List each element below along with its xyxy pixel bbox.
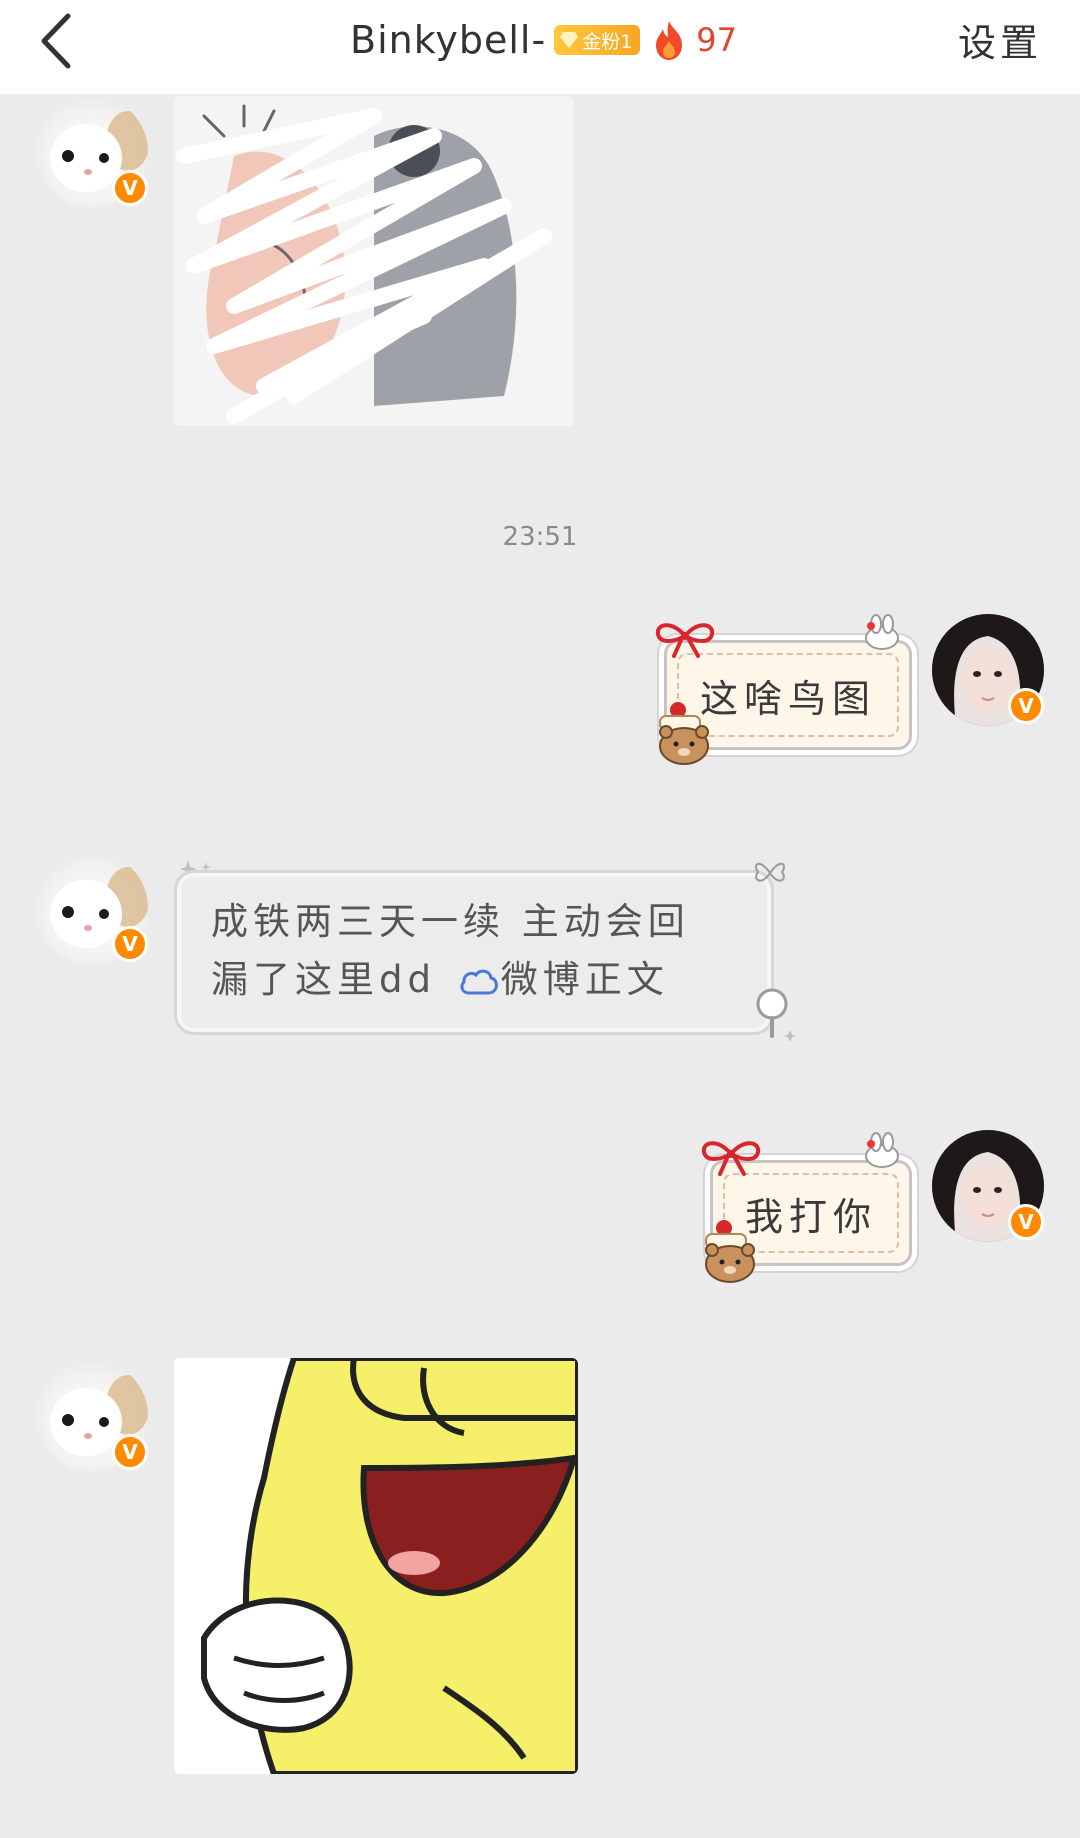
message-timestamp: 23:51: [502, 522, 578, 552]
message-text-line-1: 成铁两三天一续 主动会回: [211, 900, 690, 943]
scribbled-penguin-sticker[interactable]: [174, 96, 574, 426]
ribbon-bow-icon: [701, 1141, 761, 1176]
bear-cake-icon: [659, 702, 709, 765]
my-avatar[interactable]: V: [932, 1130, 1044, 1242]
gem-icon: [560, 32, 579, 48]
back-button[interactable]: [30, 8, 90, 74]
bear-cake-icon: [705, 1220, 755, 1283]
verified-badge: V: [112, 1434, 148, 1470]
flame-icon: [656, 21, 683, 60]
chat-title: Binkybell-: [350, 18, 547, 62]
fan-badge: 金粉1: [554, 25, 641, 55]
fan-badge-label: 金粉1: [582, 30, 633, 53]
my-avatar[interactable]: V: [932, 614, 1044, 726]
heat-count: 97: [696, 21, 737, 59]
chat-title-group[interactable]: Binkybell- 金粉1 97: [350, 0, 737, 80]
ribbon-bow-icon: [655, 623, 715, 658]
verified-badge: V: [1008, 1204, 1044, 1240]
top-bar: Binkybell- 金粉1 97 设置: [0, 0, 1080, 94]
butterfly-icon: [754, 862, 786, 882]
sender-avatar[interactable]: V: [36, 1360, 148, 1472]
settings-button[interactable]: 设置: [958, 12, 1042, 67]
sender-avatar[interactable]: V: [36, 96, 148, 208]
message-text-line-2-prefix: 漏了这里dd: [211, 958, 436, 1001]
mirror-charm-icon: [756, 988, 797, 1042]
bunny-icon: [865, 614, 899, 650]
weibo-post-link-text: 微博正文: [500, 958, 669, 1001]
verified-badge: V: [112, 170, 148, 206]
incoming-message-bubble[interactable]: 成铁两三天一续 主动会回 漏了这里dd 微博正文: [174, 870, 774, 1035]
weibo-post-link[interactable]: 微博正文: [453, 958, 669, 1001]
chevron-left-icon: [41, 13, 71, 69]
verified-badge: V: [112, 926, 148, 962]
chat-screen: Binkybell- 金粉1 97 设置 V 23:51 V 这啥鸟图 V 成铁…: [0, 0, 1080, 1838]
verified-badge: V: [1008, 688, 1044, 724]
yellow-laughing-duck-sticker[interactable]: [174, 1358, 578, 1774]
message-text-line-2: 漏了这里dd 微博正文: [211, 951, 737, 1009]
bunny-icon: [865, 1132, 899, 1168]
sender-avatar[interactable]: V: [36, 852, 148, 964]
weibo-cloud-icon: [460, 969, 498, 994]
